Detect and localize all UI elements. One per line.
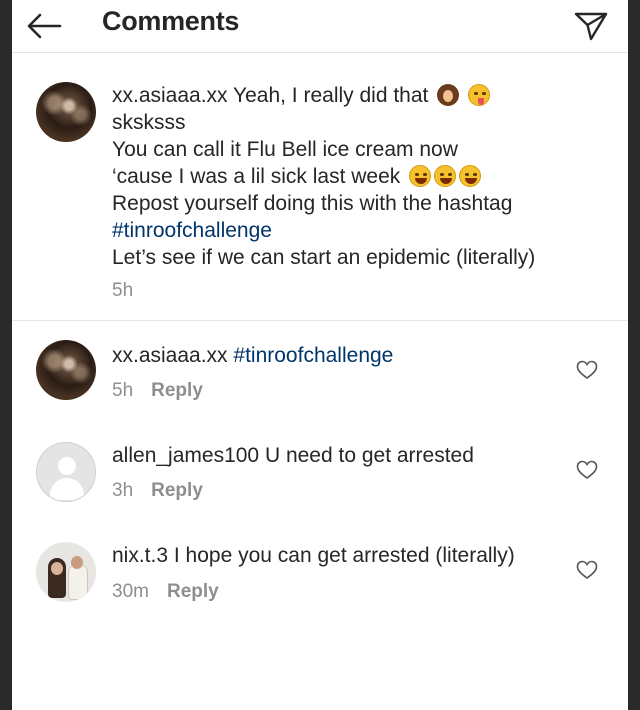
reply-button[interactable]: Reply	[151, 480, 203, 501]
hashtag-link[interactable]: #tinroofchallenge	[233, 344, 393, 367]
timestamp: 3h	[112, 480, 134, 501]
grinning-sweat-emoji	[409, 165, 432, 187]
avatar[interactable]	[36, 82, 96, 142]
comments-screen: Comments xx.asiaaa.xx Yeah, I really did…	[12, 0, 628, 710]
heart-icon[interactable]	[576, 360, 598, 380]
paper-plane-icon[interactable]	[574, 10, 608, 42]
comment-text: nix.t.3 I hope you can get arrested (lit…	[112, 542, 572, 569]
zany-face-emoji	[468, 84, 491, 106]
comment-meta: 3h Reply	[112, 480, 203, 502]
timestamp: 30m	[112, 581, 149, 602]
timestamp: 5h	[112, 280, 134, 301]
caption-line: Repost yourself doing this with the hash…	[112, 192, 513, 215]
username-link[interactable]: allen_james100	[112, 444, 259, 467]
username-link[interactable]: xx.asiaaa.xx	[112, 84, 228, 107]
header-bar: Comments	[12, 0, 628, 53]
reply-button[interactable]: Reply	[167, 581, 219, 602]
avatar[interactable]	[36, 542, 96, 602]
hashtag-link[interactable]: #tinroofchallenge	[112, 217, 612, 244]
timestamp: 5h	[112, 380, 134, 401]
avatar[interactable]	[36, 442, 96, 502]
comment-body: I hope you can get arrested (literally)	[168, 544, 515, 567]
caption-line: Yeah, I really did that	[227, 84, 429, 107]
caption-line: Let’s see if we can start an epidemic (l…	[112, 246, 536, 269]
arrow-left-icon[interactable]	[24, 10, 64, 42]
caption-line: You can call it Flu Bell ice cream now	[112, 138, 458, 161]
username-link[interactable]: nix.t.3	[112, 544, 168, 567]
heart-icon[interactable]	[576, 560, 598, 580]
comment-meta: 30m Reply	[112, 581, 219, 603]
heart-icon[interactable]	[576, 460, 598, 480]
comment-meta: 5h Reply	[112, 380, 203, 402]
comment-body: U need to get arrested	[259, 444, 474, 467]
grinning-sweat-emoji	[434, 165, 457, 187]
username-link[interactable]: xx.asiaaa.xx	[112, 344, 228, 367]
divider	[12, 320, 628, 321]
weary-face-emoji	[459, 165, 482, 187]
caption-line: sksksss	[112, 111, 186, 134]
caption-line: ‘cause I was a lil sick last week	[112, 165, 401, 188]
comment-text: allen_james100 U need to get arrested	[112, 442, 572, 469]
comment-text: xx.asiaaa.xx #tinroofchallenge	[112, 342, 572, 369]
page-title: Comments	[102, 6, 240, 36]
avatar[interactable]	[36, 340, 96, 400]
woman-shrugging-emoji	[437, 84, 460, 106]
reply-button[interactable]: Reply	[151, 380, 203, 401]
caption-text: xx.asiaaa.xx Yeah, I really did that sks…	[112, 82, 612, 271]
